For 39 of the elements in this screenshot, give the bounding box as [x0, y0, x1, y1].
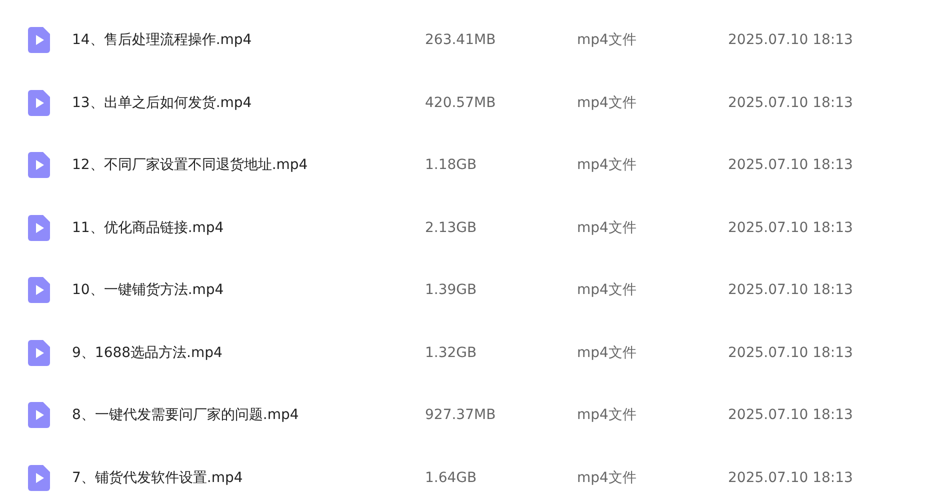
video-file-icon [28, 340, 50, 366]
file-size: 1.64GB [425, 470, 478, 486]
modified-date: 2025.07.10 18:13 [728, 344, 853, 361]
video-file-icon [28, 402, 50, 428]
file-name[interactable]: 7、铺货代发软件设置.mp4 [72, 468, 425, 487]
file-type: mp4文件 [577, 344, 638, 362]
file-name[interactable]: 9、1688选品方法.mp4 [72, 344, 425, 362]
modified-date: 2025.07.10 18:13 [728, 94, 853, 111]
modified-date: 2025.07.10 18:13 [728, 220, 853, 236]
file-name[interactable]: 12、不同厂家设置不同退货地址.mp4 [72, 156, 425, 174]
file-size: 1.18GB [425, 157, 478, 174]
file-name[interactable]: 11、优化商品链接.mp4 [72, 218, 425, 237]
video-file-icon [28, 277, 50, 304]
file-size: 420.57MB [425, 94, 497, 111]
file-size: 2.13GB [425, 220, 478, 236]
video-file-icon [28, 27, 50, 54]
video-file-icon [28, 90, 50, 116]
modified-date: 2025.07.10 18:13 [728, 32, 853, 48]
file-type: mp4文件 [577, 281, 638, 300]
file-name[interactable]: 14、售后处理流程操作.mp4 [72, 31, 425, 50]
file-size: 1.39GB [425, 282, 478, 298]
video-file-icon [28, 214, 50, 241]
file-type: mp4文件 [577, 156, 638, 174]
modified-date: 2025.07.10 18:13 [728, 282, 853, 298]
file-size: 927.37MB [425, 407, 497, 424]
file-name[interactable]: 10、一键铺货方法.mp4 [72, 281, 425, 300]
file-type: mp4文件 [577, 406, 638, 424]
video-file-icon [28, 152, 50, 178]
modified-date: 2025.07.10 18:13 [728, 470, 853, 486]
file-size: 263.41MB [425, 32, 497, 48]
file-type: mp4文件 [577, 218, 638, 237]
file-type: mp4文件 [577, 468, 638, 487]
modified-date: 2025.07.10 18:13 [728, 157, 853, 174]
file-name[interactable]: 8、一键代发需要问厂家的问题.mp4 [72, 406, 425, 424]
file-name[interactable]: 13、出单之后如何发货.mp4 [72, 94, 425, 112]
modified-date: 2025.07.10 18:13 [728, 407, 853, 424]
file-type: mp4文件 [577, 31, 638, 50]
file-type: mp4文件 [577, 94, 638, 112]
file-size: 1.32GB [425, 344, 478, 361]
